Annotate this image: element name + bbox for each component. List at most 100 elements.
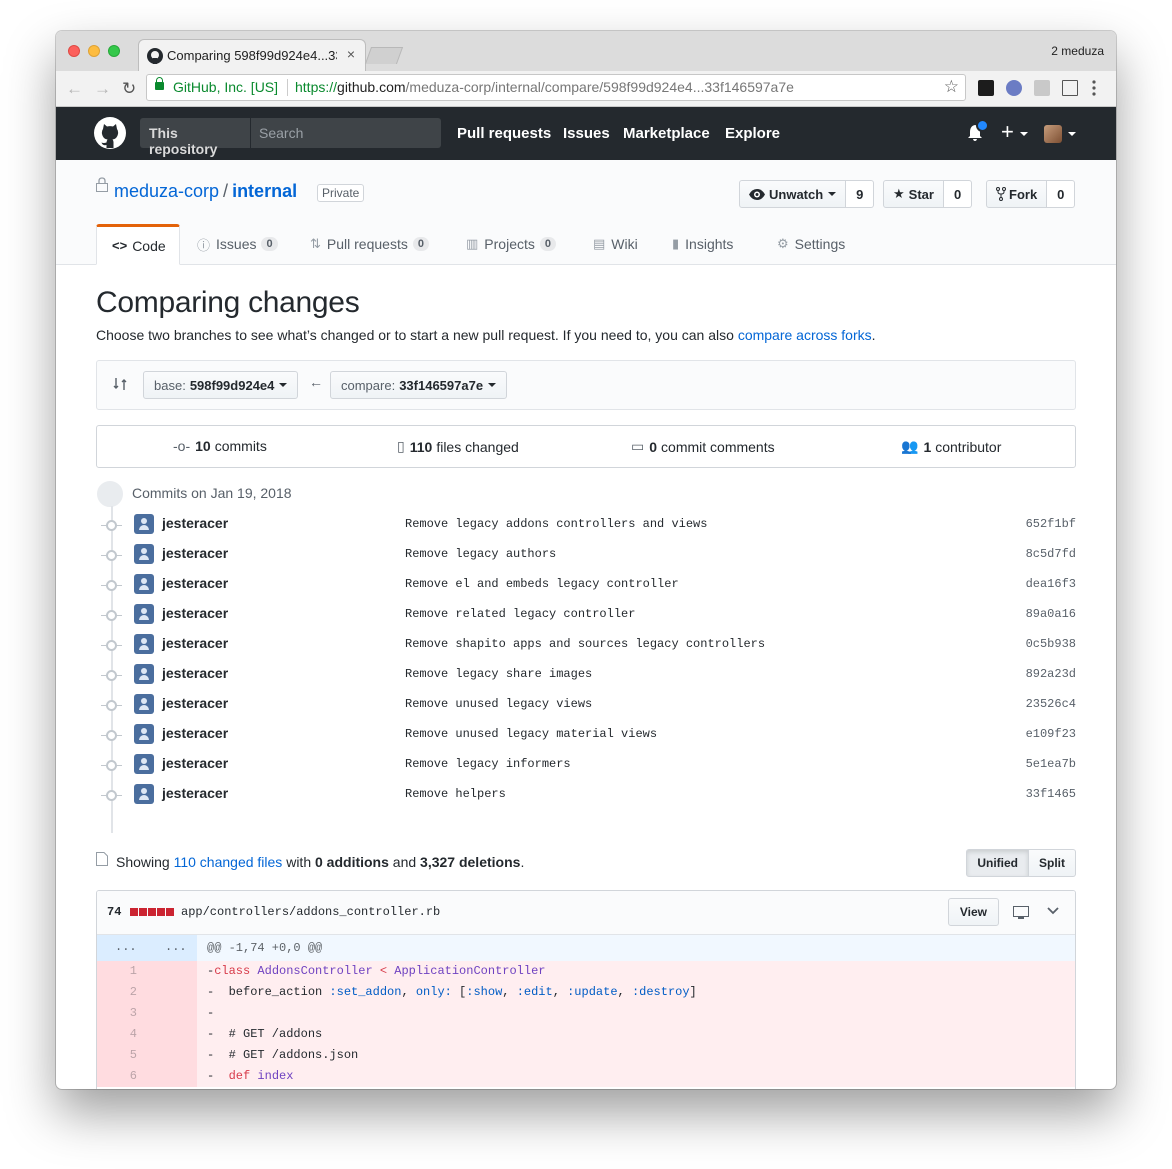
- stars-count[interactable]: 0: [943, 180, 973, 208]
- nav-pull-requests[interactable]: Pull requests: [457, 125, 551, 142]
- unified-view-button[interactable]: Unified: [966, 849, 1029, 877]
- contributors-tab[interactable]: 👥 1 contributor: [901, 438, 1001, 455]
- commit-sha[interactable]: dea16f3: [1026, 577, 1076, 591]
- commit-message[interactable]: Remove legacy informers: [405, 757, 571, 771]
- browser-menu-icon[interactable]: [1092, 80, 1096, 96]
- commit-author[interactable]: jesteracer: [162, 635, 228, 651]
- user-menu-caret-icon[interactable]: [1068, 132, 1076, 136]
- line-number-cell[interactable]: 3: [97, 1003, 197, 1024]
- commit-message[interactable]: Remove unused legacy views: [405, 697, 592, 711]
- bookmark-star-icon[interactable]: ☆: [944, 77, 959, 97]
- forks-count[interactable]: 0: [1047, 180, 1076, 208]
- address-bar[interactable]: GitHub, Inc. [US] https://github.com/med…: [146, 74, 966, 101]
- commit-author-avatar[interactable]: [134, 544, 154, 564]
- extension-1-icon[interactable]: [978, 80, 994, 96]
- commit-sha[interactable]: 23526c4: [1026, 697, 1076, 711]
- commit-sha[interactable]: 33f1465: [1026, 787, 1076, 801]
- nav-marketplace[interactable]: Marketplace: [623, 125, 710, 142]
- repo-owner-link[interactable]: meduza-corp: [114, 181, 219, 201]
- line-number-cell[interactable]: 4: [97, 1024, 197, 1045]
- fork-button[interactable]: Fork: [986, 180, 1048, 208]
- extension-3-icon[interactable]: [1034, 80, 1050, 96]
- commit-sha[interactable]: 89a0a16: [1026, 607, 1076, 621]
- reload-icon[interactable]: ↻: [122, 79, 136, 99]
- commit-sha[interactable]: e109f23: [1026, 727, 1076, 741]
- nav-explore[interactable]: Explore: [725, 125, 780, 142]
- browser-profile-name[interactable]: 2 meduza: [1051, 44, 1104, 58]
- star-button[interactable]: ★ Star: [883, 180, 944, 208]
- line-number-cell[interactable]: 6: [97, 1066, 197, 1087]
- user-avatar[interactable]: [1044, 125, 1062, 143]
- base-branch-select[interactable]: base: 598f99d924e4: [143, 371, 299, 399]
- tab-projects[interactable]: ▥ Projects 0: [466, 224, 556, 264]
- commit-author-avatar[interactable]: [134, 724, 154, 744]
- commit-message[interactable]: Remove legacy addons controllers and vie…: [405, 517, 707, 531]
- commit-sha[interactable]: 8c5d7fd: [1026, 547, 1076, 561]
- close-window-button[interactable]: [68, 45, 80, 57]
- files-changed-tab[interactable]: ▯ 110 files changed: [397, 438, 519, 455]
- ev-certificate-label[interactable]: GitHub, Inc. [US]: [173, 79, 278, 95]
- commit-sha[interactable]: 892a23d: [1026, 667, 1076, 681]
- back-arrow-icon[interactable]: ←: [66, 79, 83, 99]
- minimize-window-button[interactable]: [88, 45, 100, 57]
- commit-author-avatar[interactable]: [134, 784, 154, 804]
- tab-settings[interactable]: ⚙ Settings: [777, 224, 845, 264]
- commit-author[interactable]: jesteracer: [162, 515, 228, 531]
- line-number-cell[interactable]: 1: [97, 961, 197, 982]
- commit-author[interactable]: jesteracer: [162, 605, 228, 621]
- tab-issues[interactable]: ⓘ Issues 0: [197, 224, 278, 264]
- forward-arrow-icon[interactable]: →: [94, 79, 111, 99]
- split-view-button[interactable]: Split: [1029, 849, 1076, 877]
- commit-author-avatar[interactable]: [134, 694, 154, 714]
- line-number-cell[interactable]: 5: [97, 1045, 197, 1066]
- display-rich-diff-icon[interactable]: [1013, 906, 1029, 920]
- repo-name-link[interactable]: internal: [232, 181, 297, 201]
- tab-close-icon[interactable]: ×: [347, 46, 355, 62]
- commit-message[interactable]: Remove el and embeds legacy controller: [405, 577, 679, 591]
- commit-author-avatar[interactable]: [134, 574, 154, 594]
- commit-comments-tab[interactable]: ▭ 0 commit comments: [631, 438, 775, 455]
- commit-message[interactable]: Remove related legacy controller: [405, 607, 635, 621]
- tab-pull-requests[interactable]: ⇅ Pull requests 0: [310, 224, 429, 264]
- github-logo-icon[interactable]: [94, 117, 126, 149]
- commit-author[interactable]: jesteracer: [162, 725, 228, 741]
- tab-code[interactable]: <> Code: [96, 224, 180, 265]
- nav-issues[interactable]: Issues: [563, 125, 610, 142]
- watchers-count[interactable]: 9: [846, 180, 875, 208]
- commit-author[interactable]: jesteracer: [162, 755, 228, 771]
- compare-branch-select[interactable]: compare: 33f146597a7e: [330, 371, 508, 399]
- git-compare-icon[interactable]: [112, 376, 128, 392]
- browser-tab-active[interactable]: Comparing 598f99d924e4...33f146597a7e ×: [138, 39, 366, 71]
- commit-author[interactable]: jesteracer: [162, 695, 228, 711]
- commit-author-avatar[interactable]: [134, 514, 154, 534]
- hunk-dots-left[interactable]: ...: [115, 940, 137, 954]
- create-new-caret-icon[interactable]: [1020, 132, 1028, 136]
- commit-sha[interactable]: 5e1ea7b: [1026, 757, 1076, 771]
- view-file-button[interactable]: View: [947, 898, 999, 926]
- changed-files-link[interactable]: 110 changed files: [174, 854, 283, 870]
- new-tab-button[interactable]: [364, 47, 404, 64]
- commit-sha[interactable]: 652f1bf: [1026, 517, 1076, 531]
- commits-tab[interactable]: -o- 10 commits: [173, 438, 267, 454]
- file-path[interactable]: app/controllers/addons_controller.rb: [181, 905, 440, 919]
- commit-author[interactable]: jesteracer: [162, 575, 228, 591]
- commit-author-avatar[interactable]: [134, 634, 154, 654]
- commit-message[interactable]: Remove shapito apps and sources legacy c…: [405, 637, 765, 651]
- chevron-down-icon[interactable]: [1047, 906, 1059, 916]
- commit-author[interactable]: jesteracer: [162, 665, 228, 681]
- commit-message[interactable]: Remove helpers: [405, 787, 506, 801]
- tab-wiki[interactable]: ▤ Wiki: [593, 224, 638, 264]
- commit-author[interactable]: jesteracer: [162, 785, 228, 801]
- unwatch-button[interactable]: Unwatch: [739, 180, 847, 208]
- commit-author[interactable]: jesteracer: [162, 545, 228, 561]
- url-text[interactable]: https://github.com/meduza-corp/internal/…: [295, 79, 794, 95]
- commit-message[interactable]: Remove legacy authors: [405, 547, 556, 561]
- commit-author-avatar[interactable]: [134, 604, 154, 624]
- commit-sha[interactable]: 0c5b938: [1026, 637, 1076, 651]
- tab-insights[interactable]: ▮ Insights: [672, 224, 733, 264]
- compare-across-forks-link[interactable]: compare across forks: [738, 327, 872, 343]
- commit-author-avatar[interactable]: [134, 664, 154, 684]
- commit-message[interactable]: Remove legacy share images: [405, 667, 592, 681]
- search-box[interactable]: [250, 118, 441, 148]
- commit-message[interactable]: Remove unused legacy material views: [405, 727, 657, 741]
